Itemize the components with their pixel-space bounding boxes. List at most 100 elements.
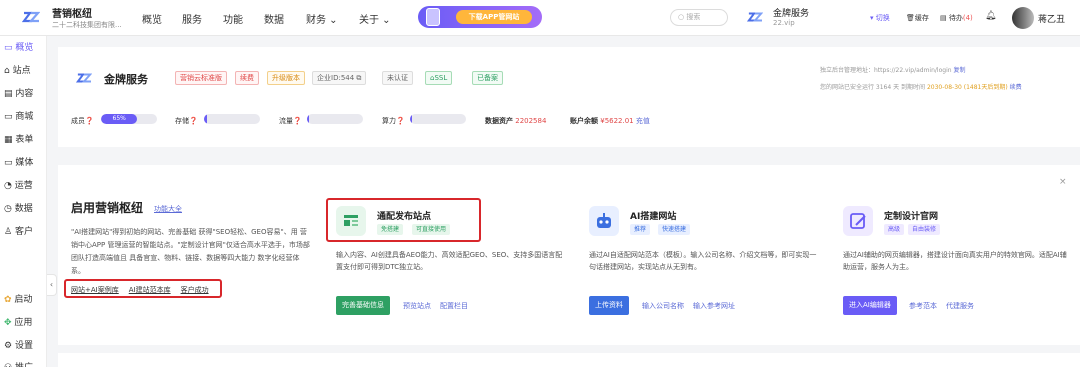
- data-assets-label: 数据资产: [485, 117, 513, 125]
- help-icon[interactable]: ❓: [189, 117, 198, 125]
- operations-icon: ◔: [4, 181, 15, 191]
- preview-site-link[interactable]: 预览站点: [403, 301, 431, 311]
- stat-compute-fill: [410, 114, 413, 124]
- input-company-name-link[interactable]: 输入公司名称: [642, 301, 684, 311]
- sidebar-item-media[interactable]: ▭ 媒体: [4, 155, 33, 168]
- sidebar-item-promote[interactable]: ⚇ 推广: [4, 360, 33, 367]
- switch-account-button[interactable]: ▾ 切换: [870, 13, 890, 23]
- edit-design-icon: [843, 206, 873, 236]
- bell-icon[interactable]: 🔔︎: [985, 11, 996, 21]
- balance-value: ¥5622.01: [600, 117, 634, 125]
- sidebar-item-label: 数据: [14, 204, 33, 214]
- complete-info-button[interactable]: 完善基础信息: [336, 296, 390, 315]
- renew-link[interactable]: 续费: [1010, 84, 1022, 91]
- enterprise-id-badge: 企业ID:544 ⧉: [312, 71, 367, 85]
- build-service-link[interactable]: 代建服务: [946, 301, 974, 311]
- sidebar-item-label: 媒体: [15, 158, 34, 168]
- cache-button[interactable]: 🗑缓存: [906, 13, 929, 23]
- sidebar-item-overview[interactable]: ▭ 概览: [4, 40, 33, 53]
- feature-tag: 自由装修: [908, 224, 941, 235]
- sidebar-item-sites[interactable]: ⌂ 站点: [4, 63, 31, 76]
- renew-badge[interactable]: 续费: [235, 71, 259, 85]
- stat-members-bar: 65%: [101, 114, 157, 124]
- reference-templates-link[interactable]: 参考范本: [909, 301, 937, 311]
- stat-members-fill: 65%: [101, 114, 138, 124]
- search-input[interactable]: ○ 搜索: [670, 9, 728, 26]
- sidebar-item-forms[interactable]: ▦ 表单: [4, 132, 33, 145]
- sidebar-item-data[interactable]: ◷ 数据: [4, 201, 33, 214]
- sidebar-item-settings[interactable]: ⚙ 设置: [4, 338, 33, 351]
- brand-subtitle: 二十二科技集团有限...: [52, 21, 122, 29]
- account-name[interactable]: 金牌服务: [773, 6, 809, 19]
- site-name: 金牌服务: [104, 73, 148, 86]
- expire-label: 到期时间: [901, 84, 926, 91]
- todo-button[interactable]: ▤ 待办(4): [940, 13, 973, 23]
- trash-icon: 🗑: [906, 14, 915, 22]
- nav-finance[interactable]: 财务 ⌄: [306, 11, 338, 26]
- sidebar-item-customers[interactable]: ♙ 客户: [4, 224, 33, 237]
- sidebar-collapse-button[interactable]: ‹: [47, 274, 57, 296]
- stat-compute-label: 算力❓: [382, 116, 405, 126]
- store-icon: ▭: [4, 112, 16, 122]
- stat-label-text: 算力: [382, 117, 396, 125]
- home-icon: ⌂: [4, 66, 13, 76]
- user-name[interactable]: 蒋乙丑: [1038, 12, 1065, 25]
- nav-services[interactable]: 服务: [182, 11, 202, 26]
- ssl-badge: ⌂SSL: [425, 71, 453, 85]
- highlight-box: [326, 198, 481, 242]
- sidebar-item-label: 启动: [14, 295, 33, 305]
- sidebar-item-label: 站点: [12, 66, 31, 76]
- data-assets: 数据资产 2202584: [485, 116, 546, 126]
- admin-url: 独立后台管理地址：https://22.vip/admin/login: [820, 67, 952, 74]
- help-icon[interactable]: ❓: [293, 117, 302, 125]
- sidebar-item-launch[interactable]: ✿ 启动: [4, 292, 32, 305]
- sidebar-item-mall[interactable]: ▭ 商城: [4, 109, 33, 122]
- help-icon[interactable]: ❓: [396, 117, 405, 125]
- stat-compute-bar: [410, 114, 466, 124]
- nav-about[interactable]: 关于 ⌄: [359, 11, 391, 26]
- close-icon[interactable]: ×: [1059, 177, 1067, 187]
- upload-material-button[interactable]: 上传资料: [589, 296, 629, 315]
- feature-description: 通过AI辅助的网页编辑器，搭建设计面向真实用户的特效官网。适配AI辅助运营，服务…: [843, 251, 1067, 271]
- site-logo-icon: [76, 73, 92, 83]
- config-columns-link[interactable]: 配置栏目: [440, 301, 468, 311]
- data-assets-value: 2202584: [515, 117, 547, 125]
- help-icon[interactable]: ❓: [85, 117, 94, 125]
- nav-data[interactable]: 数据: [264, 11, 284, 26]
- chart-icon: ◷: [4, 204, 15, 214]
- sidebar-item-apps[interactable]: ✥ 应用: [4, 315, 32, 328]
- nav-overview[interactable]: 概览: [142, 11, 162, 26]
- sidebar-item-label: 概览: [15, 43, 34, 53]
- apps-icon: ✥: [4, 318, 15, 328]
- input-reference-url-link[interactable]: 输入参考网址: [693, 301, 735, 311]
- sidebar-item-content[interactable]: ▤ 内容: [4, 86, 33, 99]
- download-app-banner[interactable]: 下载APP管网站: [418, 6, 542, 28]
- sidebar-item-label: 客户: [14, 227, 33, 237]
- safe-running-text: 您的网站已安全运行 3164 天: [820, 84, 900, 91]
- highlight-box: [64, 279, 222, 298]
- brand-logo-icon[interactable]: [22, 9, 40, 25]
- copy-url-link[interactable]: 复制: [953, 67, 965, 74]
- download-app-label: 下载APP管网站: [456, 10, 532, 24]
- stat-label-text: 流量: [279, 117, 293, 125]
- search-placeholder: 搜索: [686, 13, 701, 21]
- copy-icon[interactable]: ⧉: [356, 74, 361, 82]
- sidebar-item-label: 推广: [15, 363, 33, 367]
- upgrade-badge[interactable]: 升级版本: [267, 71, 305, 85]
- top-bar: 营销枢纽 二十二科技集团有限... 概览 服务 功能 数据 财务 ⌄ 关于 ⌄ …: [0, 0, 1080, 36]
- recharge-link[interactable]: 充值: [636, 117, 650, 125]
- account-balance: 账户余额 ¥5622.01 充值: [570, 116, 650, 126]
- feature-tag: 推荐: [630, 224, 651, 235]
- todo-count: (4): [962, 14, 973, 22]
- onboarding-description: "AI搭建网站"得到初始的网站、完善基础 获得"SEO轻松、GEO容易"、用 营…: [71, 228, 310, 275]
- feature-description: 输入内容、AI创建具备AEO能力、高效适配GEO、SEO、支持多国语言配置支付即…: [336, 251, 563, 271]
- sidebar-item-operations[interactable]: ◔ 运营: [4, 178, 33, 191]
- avatar[interactable]: [1012, 7, 1034, 29]
- feature-title: 定制设计官网: [884, 212, 939, 222]
- stat-members-label: 成员❓: [71, 116, 94, 126]
- nav-features[interactable]: 功能: [223, 11, 243, 26]
- phone-icon: [426, 8, 440, 26]
- feature-list-link[interactable]: 功能大全: [154, 204, 182, 214]
- enter-ai-editor-button[interactable]: 进入AI编辑器: [843, 296, 897, 315]
- form-icon: ▦: [4, 135, 16, 145]
